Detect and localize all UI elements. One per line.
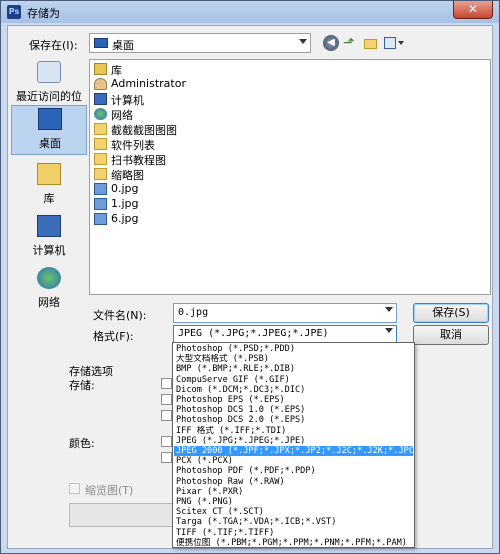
desktop-icon — [94, 38, 108, 48]
save-as-dialog: Ps 存储为 ✕ 保存在(I): 桌面 ◀ ⬏ 最近访问的位置 桌面 库 计算机 — [0, 0, 500, 554]
format-value: JPEG (*.JPG;*.JPEG;*.JPE) — [178, 328, 329, 339]
format-dropdown[interactable]: JPEG (*.JPG;*.JPEG;*.JPE) — [173, 325, 397, 343]
color-option-checkbox[interactable] — [161, 452, 172, 463]
format-option[interactable]: JPEG 2000 (*.JPF;*.JPX;*.JP2;*.J2C;*.J2K… — [174, 446, 413, 456]
file-name: 1.jpg — [111, 197, 139, 210]
format-option[interactable]: Photoshop PDF (*.PDF;*.PDP) — [174, 466, 413, 476]
place-label: 库 — [43, 192, 55, 205]
file-list[interactable]: 库 Administrator 计算机 网络 截截截图图图 软件列表 扫书教程图… — [89, 59, 491, 295]
place-computer[interactable]: 计算机 — [11, 213, 87, 263]
place-label: 计算机 — [32, 244, 66, 257]
computer-icon — [94, 93, 107, 105]
place-recent[interactable]: 最近访问的位置 — [11, 59, 87, 119]
format-option[interactable]: PNG (*.PNG) — [174, 497, 413, 507]
jpg-file-icon — [94, 183, 107, 195]
file-name: Administrator — [111, 77, 186, 90]
save-in-label: 保存在(I): — [29, 39, 78, 52]
format-option[interactable]: CompuServe GIF (*.GIF) — [174, 375, 413, 385]
place-label: 网络 — [38, 296, 60, 309]
format-option[interactable]: Photoshop DCS 1.0 (*.EPS) — [174, 405, 413, 415]
save-button[interactable]: 保存(S) — [413, 303, 489, 323]
back-button[interactable]: ◀ — [323, 35, 339, 51]
warning-box — [69, 503, 177, 527]
format-option[interactable]: Dicom (*.DCM;*.DC3;*.DIC) — [174, 385, 413, 395]
place-libraries[interactable]: 库 — [11, 161, 87, 211]
filename-value: 0.jpg — [178, 307, 209, 318]
folder-icon — [94, 168, 107, 180]
save-in-value: 桌面 — [112, 39, 134, 52]
save-option-checkbox[interactable] — [161, 378, 172, 389]
file-name: 软件列表 — [111, 139, 155, 152]
computer-icon — [37, 215, 61, 237]
format-option[interactable]: JPEG (*.JPG;*.JPEG;*.JPE) — [174, 436, 413, 446]
format-option[interactable]: BMP (*.BMP;*.RLE;*.DIB) — [174, 364, 413, 374]
format-option[interactable]: TIFF (*.TIF;*.TIFF) — [174, 528, 413, 538]
places-bar: 最近访问的位置 桌面 库 计算机 网络 — [11, 59, 87, 321]
file-name: 库 — [111, 64, 122, 77]
color-label: 颜色: — [69, 437, 95, 450]
color-option-checkbox[interactable] — [161, 436, 172, 447]
window-title: 存储为 — [27, 7, 60, 20]
format-option[interactable]: Photoshop Raw (*.RAW) — [174, 477, 413, 487]
chevron-down-icon — [398, 41, 404, 45]
library-icon — [94, 63, 107, 75]
new-folder-button[interactable] — [363, 35, 379, 51]
save-option-checkbox[interactable] — [161, 410, 172, 421]
save-options-label: 存储: — [69, 379, 95, 392]
recent-places-icon — [37, 61, 61, 83]
thumbnail-checkbox[interactable] — [69, 483, 80, 494]
network-icon — [94, 108, 107, 120]
view-grid-icon — [384, 37, 396, 49]
jpg-file-icon — [94, 213, 107, 225]
file-name: 缩略图 — [111, 169, 144, 182]
back-arrow-icon: ◀ — [327, 37, 335, 48]
file-name: 6.jpg — [111, 212, 139, 225]
format-option[interactable]: PCX (*.PCX) — [174, 456, 413, 466]
format-option[interactable]: Photoshop DCS 2.0 (*.EPS) — [174, 415, 413, 425]
format-option[interactable]: 大型文档格式 (*.PSB) — [174, 354, 413, 364]
network-icon — [37, 267, 61, 289]
close-button[interactable]: ✕ — [453, 1, 493, 19]
title-bar[interactable]: Ps 存储为 ✕ — [1, 1, 499, 23]
file-name: 截截截图图图 — [111, 124, 177, 137]
user-folder-icon — [94, 78, 107, 90]
chevron-down-icon[interactable] — [385, 328, 393, 333]
format-option[interactable]: Photoshop (*.PSD;*.PDD) — [174, 344, 413, 354]
folder-icon — [94, 123, 107, 135]
file-name: 0.jpg — [111, 182, 139, 195]
place-label: 桌面 — [39, 137, 61, 150]
file-name: 计算机 — [111, 94, 144, 107]
place-network[interactable]: 网络 — [11, 265, 87, 315]
filename-label: 文件名(N): — [93, 309, 147, 322]
save-in-dropdown[interactable]: 桌面 — [89, 33, 311, 53]
save-option-checkbox[interactable] — [161, 394, 172, 405]
chevron-down-icon[interactable] — [385, 307, 393, 312]
format-option[interactable]: Scitex CT (*.SCT) — [174, 507, 413, 517]
folder-icon — [94, 153, 107, 165]
chevron-down-icon[interactable] — [299, 39, 307, 44]
format-dropdown-list[interactable]: Photoshop (*.PSD;*.PDD) 大型文档格式 (*.PSB) BMP… — [172, 342, 415, 548]
folder-icon — [94, 138, 107, 150]
place-desktop[interactable]: 桌面 — [11, 105, 87, 155]
format-label: 格式(F): — [93, 330, 134, 343]
new-folder-icon — [364, 39, 377, 49]
file-name: 网络 — [111, 109, 133, 122]
thumbnail-label: 缩览图(T) — [85, 484, 134, 497]
jpg-file-icon — [94, 198, 107, 210]
format-option[interactable]: Photoshop EPS (*.EPS) — [174, 395, 413, 405]
filename-input[interactable]: 0.jpg — [173, 303, 397, 323]
up-one-level-button[interactable]: ⬏ — [343, 35, 359, 51]
file-name: 扫书教程图 — [111, 154, 166, 167]
up-folder-icon: ⬏ — [343, 35, 355, 51]
format-option[interactable]: Pixar (*.PXR) — [174, 487, 413, 497]
format-option[interactable]: Targa (*.TGA;*.VDA;*.ICB;*.VST) — [174, 517, 413, 527]
libraries-icon — [37, 163, 61, 185]
format-option[interactable]: IFF 格式 (*.IFF;*.TDI) — [174, 426, 413, 436]
photoshop-app-icon: Ps — [7, 5, 21, 19]
format-option[interactable]: 便携位图 (*.PBM;*.PGM;*.PPM;*.PNM;*.PFM;*.PA… — [174, 538, 413, 547]
view-menu-button[interactable] — [383, 35, 405, 51]
cancel-button[interactable]: 取消 — [413, 325, 489, 345]
desktop-icon — [38, 108, 62, 130]
